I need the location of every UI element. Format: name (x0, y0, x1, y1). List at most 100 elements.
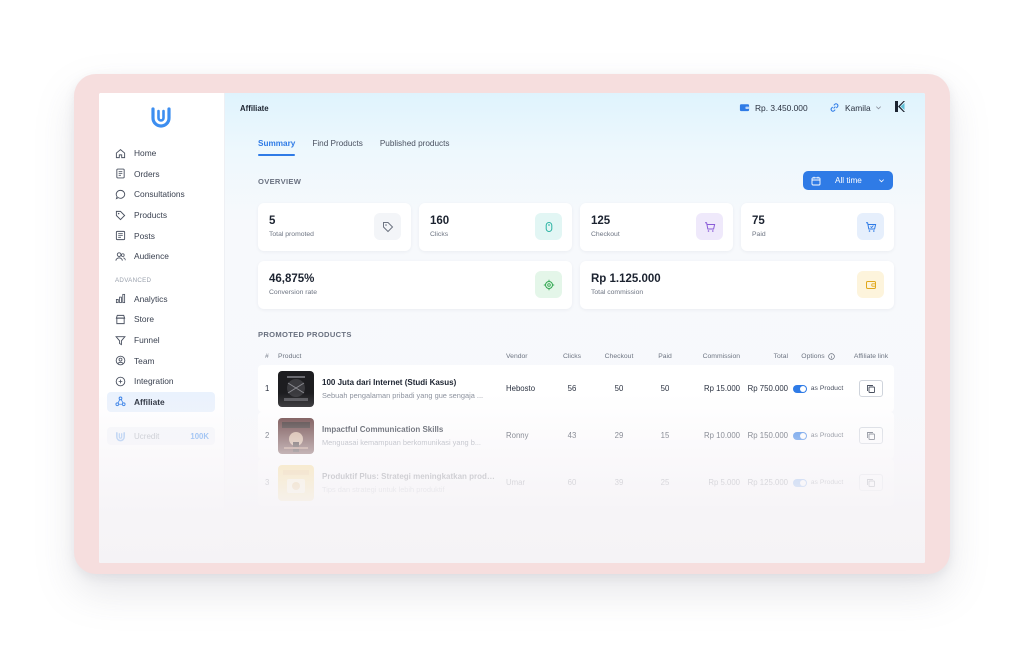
product-name[interactable]: Produktif Plus: Strategi meningkatkan pr… (322, 472, 498, 481)
sidebar-item-funnel[interactable]: Funnel (107, 330, 215, 351)
column-header-product: Product (278, 352, 302, 360)
sidebar-item-posts[interactable]: Posts (107, 225, 215, 246)
wallet-balance-value: Rp. 3.450.000 (755, 102, 808, 113)
user-menu[interactable]: Kamila (829, 102, 882, 113)
product-cell: Produktif Plus: Strategi meningkatkan pr… (278, 464, 506, 501)
product-name[interactable]: 100 Juta dari Internet (Studi Kasus) (322, 378, 498, 387)
topbar: Affiliate Rp. 3.450.000 Kamila (225, 93, 925, 123)
tab-summary[interactable]: Summary (258, 139, 296, 156)
affiliate-icon (115, 396, 126, 407)
options-cell: as Product (788, 384, 848, 393)
funnel-icon (115, 335, 126, 346)
sidebar-item-store[interactable]: Store (107, 309, 215, 330)
table-row[interactable]: 1 100 Juta dari Internet (Studi Kasus) S… (258, 365, 894, 412)
store-icon (115, 314, 126, 325)
main-content: Affiliate Rp. 3.450.000 Kamila Summary F… (225, 93, 925, 563)
sidebar-item-home[interactable]: Home (107, 143, 215, 164)
wallet-balance[interactable]: Rp. 3.450.000 (739, 102, 808, 113)
stat-label: Total commission (591, 289, 644, 296)
date-filter-value: All time (835, 176, 862, 185)
sidebar-item-label: Products (134, 210, 168, 221)
as-product-toggle[interactable] (792, 431, 807, 440)
page-title: Affiliate (240, 104, 269, 113)
stat-label: Checkout (591, 231, 620, 238)
device-frame: Home Orders Consultations Products Posts (74, 74, 950, 574)
as-product-toggle[interactable] (792, 478, 807, 487)
affiliate-link-cell (848, 427, 894, 444)
column-header-clicks: Clicks (562, 352, 582, 360)
promoted-products-table: # Product Vendor Clicks Checkout Paid Co… (258, 347, 894, 506)
sidebar-item-audience[interactable]: Audience (107, 246, 215, 267)
product-description: Tips dan strategi untuk lebih produktif (322, 484, 445, 494)
table-row[interactable]: 3 Produktif Plus: Strategi meningkatkan … (258, 459, 894, 506)
commission-cell: Rp 15.000 (704, 384, 740, 393)
product-thumbnail[interactable] (278, 417, 314, 454)
product-thumbnail[interactable] (278, 464, 314, 501)
stat-label: Total promoted (269, 231, 314, 238)
column-header-index: # (265, 352, 269, 360)
home-icon (115, 148, 126, 159)
column-header-options-label: Options (801, 352, 825, 360)
stat-card-total-promoted: 5 Total promoted (258, 203, 411, 251)
stat-value: Rp 1.125.000 (591, 273, 661, 285)
sidebar-item-products[interactable]: Products (107, 205, 215, 226)
copy-link-button[interactable] (859, 474, 883, 491)
tag-icon (115, 210, 126, 221)
cart-check-icon (857, 213, 884, 240)
stat-value: 75 (752, 215, 765, 227)
promoted-products-heading: PROMOTED PRODUCTS (258, 330, 352, 339)
partner-logo-icon[interactable] (893, 100, 906, 113)
paid-cell: 25 (660, 478, 670, 487)
calendar-icon (811, 176, 821, 185)
sidebar-item-label: Consultations (134, 189, 185, 200)
sidebar-item-integration[interactable]: Integration (107, 371, 215, 392)
product-description: Sebuah pengalaman pribadi yang gue senga… (322, 390, 484, 400)
sidebar-section-advanced: ADVANCED (115, 277, 152, 285)
wallet-icon (857, 271, 884, 298)
sidebar-item-affiliate[interactable]: Affiliate (107, 391, 215, 413)
product-thumbnail[interactable] (278, 370, 314, 407)
tab-bar: Summary Find Products Published products (258, 139, 466, 156)
sidebar: Home Orders Consultations Products Posts (99, 93, 225, 563)
row-index: 3 (265, 478, 270, 487)
stat-card-checkout: 125 Checkout (580, 203, 733, 251)
copy-link-button[interactable] (859, 380, 883, 397)
chat-icon (115, 189, 126, 200)
app-screen: Home Orders Consultations Products Posts (99, 93, 925, 563)
option-label: as Product (810, 432, 844, 439)
team-icon (115, 355, 126, 366)
date-filter-dropdown[interactable]: All time (803, 171, 893, 190)
checkout-cell: 50 (614, 384, 624, 393)
product-name[interactable]: Impactful Communication Skills (322, 425, 498, 434)
users-icon (115, 251, 126, 262)
sidebar-nav: Home Orders Consultations Products Posts (107, 143, 215, 413)
sidebar-item-team[interactable]: Team (107, 350, 215, 371)
as-product-toggle[interactable] (792, 384, 807, 393)
stat-label: Conversion rate (269, 289, 317, 296)
sidebar-item-orders[interactable]: Orders (107, 164, 215, 185)
copy-link-button[interactable] (859, 427, 883, 444)
stat-label: Paid (752, 231, 766, 238)
column-header-total: Total (773, 352, 788, 360)
ucredit-label: Ucredit (134, 431, 160, 441)
brand-logo-icon[interactable] (149, 105, 173, 129)
stat-value: 46,875% (269, 273, 315, 285)
option-label: as Product (810, 479, 844, 486)
cart-icon (696, 213, 723, 240)
vendor-cell: Ronny (506, 431, 529, 440)
info-icon[interactable] (827, 352, 835, 360)
clicks-cell: 43 (567, 431, 577, 440)
row-index: 2 (265, 431, 270, 440)
tab-find-products[interactable]: Find Products (312, 139, 363, 156)
sidebar-item-consultations[interactable]: Consultations (107, 184, 215, 205)
ucredit-balance[interactable]: Ucredit 100K (107, 427, 215, 445)
options-cell: as Product (788, 478, 848, 487)
commission-cell: Rp 10.000 (704, 431, 740, 440)
sidebar-item-label: Home (134, 148, 157, 159)
stat-card-clicks: 160 Clicks (419, 203, 572, 251)
affiliate-link-cell (848, 380, 894, 397)
table-row[interactable]: 2 Impactful Communication Skills Menguas… (258, 412, 894, 459)
wallet-icon (739, 104, 750, 112)
tab-published-products[interactable]: Published products (380, 139, 450, 156)
sidebar-item-analytics[interactable]: Analytics (107, 289, 215, 310)
